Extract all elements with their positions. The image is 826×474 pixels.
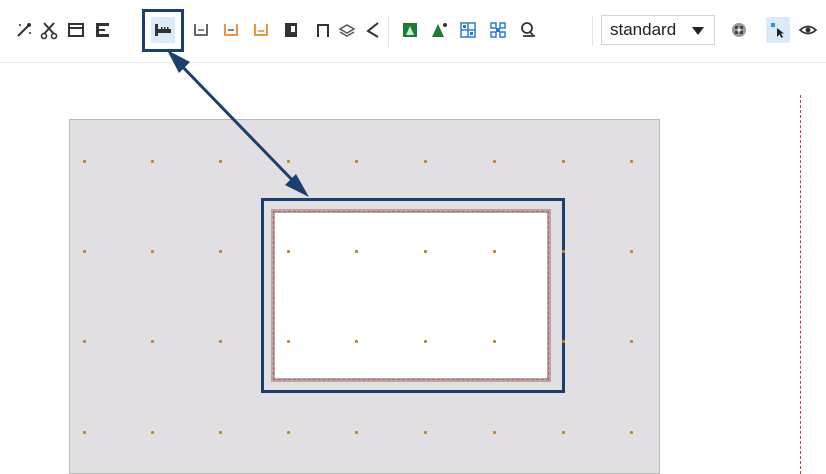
search-zoom-icon[interactable] — [516, 17, 540, 43]
grid-point — [151, 160, 154, 163]
scissors-icon[interactable] — [37, 17, 61, 43]
grid-point — [219, 431, 222, 434]
green-mountain-icon[interactable] — [427, 17, 451, 43]
angle-icon[interactable] — [361, 17, 385, 43]
eye-icon[interactable] — [796, 17, 820, 43]
arch-icon[interactable] — [311, 17, 335, 43]
magic-wand-icon[interactable] — [12, 17, 36, 43]
tool-highlight-box — [142, 9, 184, 52]
grid-point — [151, 340, 154, 343]
grid-point — [493, 340, 496, 343]
grid-point — [562, 250, 565, 253]
blue-grid-icon[interactable] — [456, 17, 480, 43]
grid-point — [562, 340, 565, 343]
grid-point — [424, 250, 427, 253]
grid-point — [83, 250, 86, 253]
flag-block-icon[interactable] — [279, 17, 303, 43]
grid-point — [355, 160, 358, 163]
grid-point — [83, 340, 86, 343]
grid-point — [562, 431, 565, 434]
green-triangle-box-icon[interactable] — [398, 17, 422, 43]
view-mode-value: standard — [610, 20, 677, 39]
grid-point — [493, 250, 496, 253]
toolbar-separator — [388, 16, 389, 46]
checker-pattern-icon[interactable] — [727, 17, 751, 43]
grid-point — [424, 160, 427, 163]
bracket-icon[interactable] — [91, 17, 115, 43]
grid-point — [630, 250, 633, 253]
guide-line — [800, 95, 801, 474]
grid-point — [355, 340, 358, 343]
grid-point — [493, 160, 496, 163]
grid-point — [287, 340, 290, 343]
grid-point — [424, 340, 427, 343]
grid-point — [151, 250, 154, 253]
pointer-select-icon[interactable] — [766, 17, 790, 43]
profile-u-orange-icon[interactable] — [219, 17, 243, 43]
grid-point — [630, 431, 633, 434]
profile-u-icon[interactable] — [189, 17, 213, 43]
grid-point — [562, 160, 565, 163]
view-mode-dropdown[interactable]: standard — [601, 15, 715, 45]
grid-point — [355, 250, 358, 253]
blue-nodes-icon[interactable] — [486, 17, 510, 43]
grid-point — [424, 431, 427, 434]
grid-point — [151, 431, 154, 434]
grid-point — [287, 160, 290, 163]
layers-icon[interactable] — [335, 17, 359, 43]
opening-highlight-box — [261, 198, 565, 393]
window-frame-icon[interactable] — [64, 17, 88, 43]
toolbar: standard — [0, 0, 826, 63]
grid-point — [287, 431, 290, 434]
grid-point — [83, 431, 86, 434]
grid-point — [630, 340, 633, 343]
profile-u-orange-2-icon[interactable] — [249, 17, 273, 43]
grid-point — [219, 160, 222, 163]
chevron-down-icon — [692, 27, 704, 35]
grid-point — [493, 431, 496, 434]
grid-point — [287, 250, 290, 253]
toolbar-separator — [592, 16, 593, 46]
grid-point — [219, 250, 222, 253]
grid-point — [219, 340, 222, 343]
grid-point — [355, 431, 358, 434]
grid-point — [83, 160, 86, 163]
grid-point — [630, 160, 633, 163]
